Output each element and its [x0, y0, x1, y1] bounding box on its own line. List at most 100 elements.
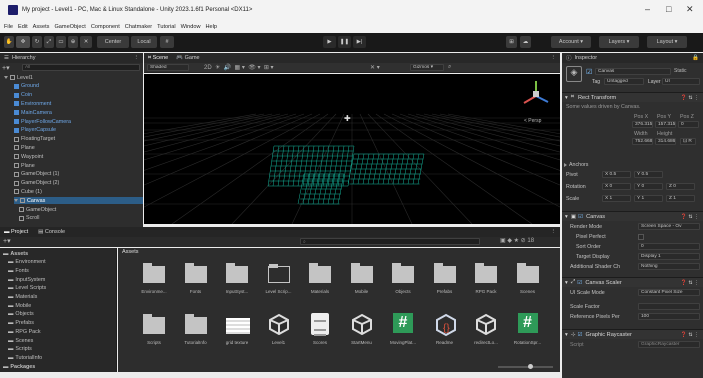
asset-tile[interactable]: Environme...	[136, 262, 172, 298]
asset-tile[interactable]: TutorialInfo	[178, 313, 214, 349]
project-menu-icon[interactable]: ⋮	[551, 229, 557, 235]
component-menu-icon[interactable]: ❓ ⇅ ⋮	[681, 332, 699, 338]
tag-dropdown[interactable]: Untagged	[604, 78, 644, 85]
minimize-button[interactable]: –	[645, 4, 650, 14]
project-tree-item[interactable]: ▬ Objects	[8, 311, 34, 318]
canvas-scaler-enabled-checkbox[interactable]: ☑	[577, 280, 582, 286]
size-input[interactable]: 752.668	[632, 138, 653, 145]
pos-input[interactable]: 376.315	[632, 121, 653, 128]
transform-tool-icon[interactable]: ⊕	[68, 36, 78, 48]
hand-tool-icon[interactable]: ✋	[4, 36, 14, 48]
create-asset-icon[interactable]: +▾	[3, 237, 11, 245]
tab-project[interactable]: ▬ Project	[4, 229, 28, 235]
lock-icon[interactable]: 🔒	[692, 55, 699, 61]
grid-snap-icon[interactable]: #	[160, 36, 174, 48]
project-tree-item[interactable]: ▬ Level Scripts	[8, 285, 46, 292]
project-tree-item[interactable]: ▬ Environment	[8, 259, 46, 266]
asset-tile[interactable]: # RotationSpr...	[510, 313, 546, 349]
rotation-values-input[interactable]: Y 0	[634, 183, 663, 190]
project-tree-item[interactable]: ▬ RPG Pack	[8, 328, 41, 335]
gizmos-dropdown[interactable]: Gizmos ▾	[410, 64, 444, 71]
scale-tool-icon[interactable]: ⤢	[44, 36, 54, 48]
component-menu-icon[interactable]: ❓ ⇅ ⋮	[681, 280, 699, 286]
space-toggle[interactable]: Local	[131, 36, 157, 48]
project-tree-item[interactable]: ▬ Scenes	[8, 337, 33, 344]
hierarchy-item[interactable]: Coin	[14, 92, 143, 99]
asset-tile[interactable]: Scores	[302, 313, 338, 349]
scene-search-icon[interactable]: ⌕	[448, 64, 451, 71]
transform-handle-icon[interactable]: ✚	[344, 114, 351, 123]
project-tree-item[interactable]: ▬ Fonts	[8, 267, 29, 274]
pos-input[interactable]: 157.315	[655, 121, 676, 128]
hierarchy-title[interactable]: Hierarchy	[12, 55, 36, 61]
tab-scene[interactable]: ⌗ Scene	[148, 55, 168, 62]
project-tree-item[interactable]: ▬ Assets	[3, 250, 28, 257]
asset-tile[interactable]: Prefabs	[427, 262, 463, 298]
layer-dropdown[interactable]: UI	[662, 78, 700, 85]
project-tree-item[interactable]: ▬ Scripts	[8, 346, 32, 353]
asset-tile[interactable]: RPG Pack	[468, 262, 504, 298]
active-checkbox[interactable]: ☑	[586, 68, 592, 76]
asset-tile[interactable]: Materials	[302, 262, 338, 298]
render-mode-dropdown[interactable]: Screen Space - Ov	[638, 223, 700, 230]
canvas-enabled-checkbox[interactable]: ☑	[578, 214, 583, 220]
asset-tile[interactable]: grid texture	[219, 313, 255, 349]
tools-icon[interactable]: ✕ ▾	[370, 64, 380, 71]
menu-chatmaker[interactable]: Chatmaker	[125, 24, 152, 30]
pixel-perfect-checkbox[interactable]	[638, 234, 644, 240]
raycaster-enabled-checkbox[interactable]: ☑	[578, 332, 583, 338]
project-tree-item[interactable]: ▬ InputSystem	[8, 276, 45, 283]
component-menu-icon[interactable]: ❓ ⇅ ⋮	[681, 214, 699, 220]
hierarchy-item[interactable]: Cube (1)	[14, 188, 143, 195]
hierarchy-item[interactable]: GameObject	[19, 206, 143, 213]
custom-tool-icon[interactable]: ✕	[80, 36, 92, 48]
project-tree-item[interactable]: ▬ Mobile	[8, 302, 31, 309]
pause-button[interactable]: ❚❚	[338, 36, 351, 48]
menu-component[interactable]: Component	[91, 24, 120, 30]
hierarchy-item[interactable]: MainCamera	[14, 109, 143, 116]
pivot-toggle[interactable]: Center	[97, 36, 129, 48]
asset-tile[interactable]: Scenes	[510, 262, 546, 298]
raw-edit-button[interactable]: ⊡ R	[680, 138, 696, 145]
shader-channels-dropdown[interactable]: Nothing	[638, 263, 700, 270]
rotation-values-input[interactable]: X 0	[602, 183, 631, 190]
object-name-input[interactable]: Canvas	[595, 68, 671, 75]
asset-tile[interactable]: Level Scrip...	[261, 262, 297, 298]
orientation-gizmo[interactable]	[516, 76, 556, 116]
rotate-tool-icon[interactable]: ↻	[32, 36, 42, 48]
static-toggle[interactable]: Static	[674, 68, 687, 74]
canvas-header[interactable]: ▾ ▣ ☑ Canvas ❓ ⇅ ⋮	[562, 211, 703, 221]
menu-assets[interactable]: Assets	[33, 24, 50, 30]
hierarchy-item[interactable]: Canvas	[14, 197, 143, 205]
menu-edit[interactable]: Edit	[18, 24, 28, 30]
project-search-input[interactable]: ⌕	[300, 238, 480, 245]
asset-tile[interactable]: # MovingPlat...	[385, 313, 421, 349]
close-button[interactable]: ✕	[686, 4, 694, 15]
hierarchy-item[interactable]: GameObject (1)	[14, 171, 143, 178]
menu-window[interactable]: Window	[181, 24, 201, 30]
menu-file[interactable]: File	[4, 24, 13, 30]
layers-dropdown[interactable]: Layers ▾	[599, 36, 639, 48]
perspective-label[interactable]: < Persp	[524, 118, 541, 124]
target-display-dropdown[interactable]: Display 1	[638, 253, 700, 260]
scale-values-input[interactable]: Z 1	[666, 195, 695, 202]
asset-tile[interactable]: Mobile	[344, 262, 380, 298]
project-tree-item[interactable]: ▬ TutorialInfo	[8, 354, 42, 361]
asset-tile[interactable]: redirectLo...	[468, 313, 504, 349]
pos-input[interactable]: 0	[678, 121, 699, 128]
cloud-icon[interactable]: ☁	[520, 36, 531, 48]
hierarchy-item[interactable]: Waypoint	[14, 153, 143, 160]
maximize-button[interactable]: □	[666, 4, 671, 14]
pivot-values-input[interactable]: X 0.5	[602, 171, 631, 178]
project-tree-item[interactable]: ▬ Prefabs	[8, 320, 34, 327]
hierarchy-search-input[interactable]: All	[22, 64, 140, 71]
hierarchy-item[interactable]: Plane	[14, 162, 143, 169]
panel-menu-icon[interactable]: ⋮	[134, 55, 140, 61]
tab-console[interactable]: ▤ Console	[38, 229, 65, 235]
account-dropdown[interactable]: Account ▾	[551, 36, 591, 48]
hierarchy-item[interactable]: PlayerCapsule	[14, 127, 143, 134]
hierarchy-item[interactable]: GameObject (2)	[14, 180, 143, 187]
scene-menu-icon[interactable]: ⋮	[551, 55, 557, 61]
menu-tutorial[interactable]: Tutorial	[157, 24, 175, 30]
inspector-title[interactable]: Inspector	[575, 55, 598, 61]
